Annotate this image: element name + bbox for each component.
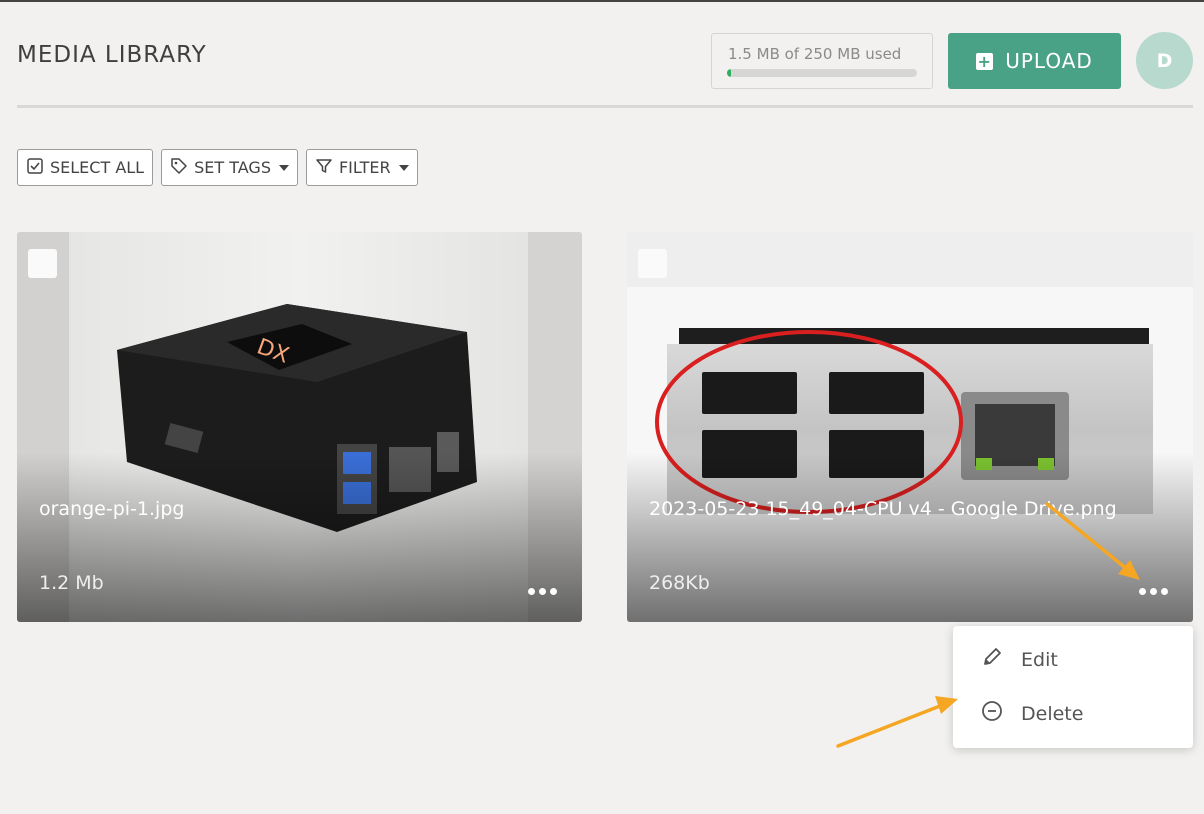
tag-icon	[170, 157, 188, 179]
menu-item-delete[interactable]: Delete	[981, 700, 1083, 727]
media-card[interactable]: DX orange-pi-1.jpg 1.2 Mb	[17, 232, 582, 622]
header: MEDIA LIBRARY 1.5 MB of 250 MB used + UP…	[17, 2, 1193, 108]
media-card[interactable]: 2023-05-23 15_49_04-CPU v4 - Google Driv…	[627, 232, 1193, 622]
checkbox-icon	[26, 157, 44, 179]
more-options-icon[interactable]	[528, 584, 558, 598]
annotation-arrow-to-delete	[836, 696, 958, 748]
media-filesize: 268Kb	[649, 572, 710, 594]
chevron-down-icon	[278, 164, 289, 171]
set-tags-button[interactable]: SET TAGS	[161, 149, 298, 186]
media-filename: orange-pi-1.jpg	[39, 498, 185, 520]
media-select-checkbox[interactable]	[638, 249, 667, 278]
filter-icon	[315, 157, 333, 179]
storage-usage: 1.5 MB of 250 MB used	[711, 33, 933, 89]
storage-progress-bar	[727, 69, 917, 77]
storage-usage-text: 1.5 MB of 250 MB used	[728, 45, 902, 63]
plus-icon: +	[976, 51, 994, 71]
delete-label: Delete	[1021, 702, 1084, 725]
upload-button[interactable]: + UPLOAD	[948, 33, 1121, 89]
more-options-icon[interactable]	[1139, 584, 1169, 598]
filter-label: FILTER	[338, 158, 391, 177]
media-options-menu: Edit Delete	[953, 626, 1193, 748]
avatar[interactable]: D	[1136, 32, 1193, 89]
media-filesize: 1.2 Mb	[39, 572, 104, 594]
pencil-icon	[981, 646, 1003, 673]
minus-circle-icon	[981, 700, 1003, 727]
select-all-label: SELECT ALL	[50, 158, 145, 177]
media-select-checkbox[interactable]	[28, 249, 57, 278]
storage-progress-fill	[727, 69, 731, 77]
upload-label: UPLOAD	[1005, 49, 1093, 73]
menu-item-edit[interactable]: Edit	[981, 646, 1058, 673]
chevron-down-icon	[398, 164, 409, 171]
set-tags-label: SET TAGS	[194, 158, 271, 177]
edit-label: Edit	[1021, 648, 1058, 671]
card-overlay	[627, 452, 1193, 622]
toolbar: SELECT ALL SET TAGS FILTER	[17, 149, 418, 186]
select-all-button[interactable]: SELECT ALL	[17, 149, 154, 186]
card-overlay	[17, 452, 582, 622]
media-filename: 2023-05-23 15_49_04-CPU v4 - Google Driv…	[649, 498, 1117, 520]
filter-button[interactable]: FILTER	[305, 149, 418, 186]
page-title: MEDIA LIBRARY	[17, 42, 207, 68]
